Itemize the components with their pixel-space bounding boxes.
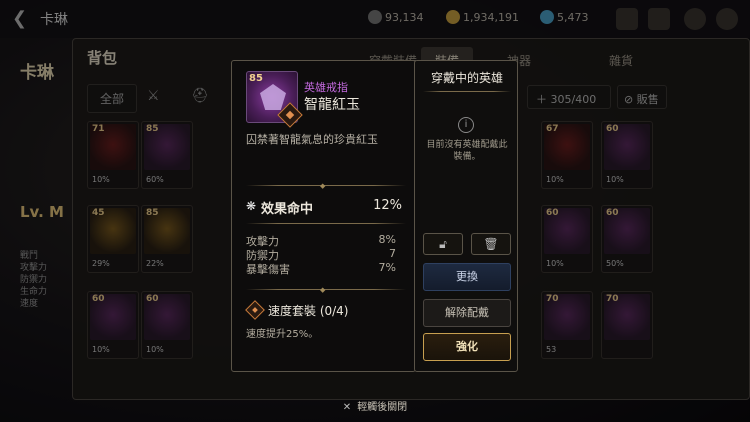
close-hint[interactable]: ✕ 輕觸後關閉: [0, 398, 750, 413]
equipped-hero-title: 穿戴中的英雄: [430, 71, 503, 85]
sub-stat: 防禦力 7: [246, 247, 396, 262]
item-description: 囚禁著智龍氣息的珍貴紅玉: [246, 133, 378, 146]
item-type: 英雄戒指: [304, 81, 348, 94]
replace-button[interactable]: 更換: [423, 263, 511, 291]
equipped-hero-panel: 穿戴中的英雄 i 目前沒有英雄配戴此裝備。 🔓︎ 🗑︎ 更換 解除配戴 強化: [414, 60, 518, 372]
gem-icon: [260, 84, 286, 110]
set-bonus: 速度套裝 (0/4): [245, 300, 406, 321]
unequip-button[interactable]: 解除配戴: [423, 299, 511, 327]
divider: ◆: [246, 286, 406, 294]
info-icon: i: [458, 117, 474, 133]
effectiveness-icon: ❋: [246, 199, 257, 213]
set-label: 速度套裝 (0/4): [268, 304, 349, 318]
item-icon: 85: [246, 71, 303, 128]
item-level: 85: [249, 73, 263, 84]
sub-stat: 暴擊傷害 7%: [246, 261, 396, 276]
main-stat: ❋ 效果命中 12%: [246, 196, 406, 220]
speed-set-icon: [245, 300, 265, 320]
unlock-icon[interactable]: 🔓︎: [423, 233, 463, 255]
set-description: 速度提升25%。: [246, 329, 319, 340]
trash-icon[interactable]: 🗑︎: [471, 233, 511, 255]
divider: [423, 91, 511, 92]
close-icon: ✕: [342, 402, 352, 413]
enhance-button[interactable]: 強化: [423, 333, 511, 361]
divider: ◆: [246, 182, 406, 190]
main-stat-label: 效果命中: [261, 202, 314, 217]
sub-stat: 攻擊力 8%: [246, 233, 396, 248]
equipped-hero-message: 目前沒有英雄配戴此裝備。: [426, 140, 508, 162]
item-detail-panel: 85 英雄戒指 智龍紅玉 囚禁著智龍氣息的珍貴紅玉 ◆ ❋ 效果命中 12% 攻…: [231, 60, 416, 372]
item-name: 智龍紅玉: [304, 97, 360, 113]
divider: [246, 223, 406, 224]
main-stat-value: 12%: [373, 198, 402, 213]
